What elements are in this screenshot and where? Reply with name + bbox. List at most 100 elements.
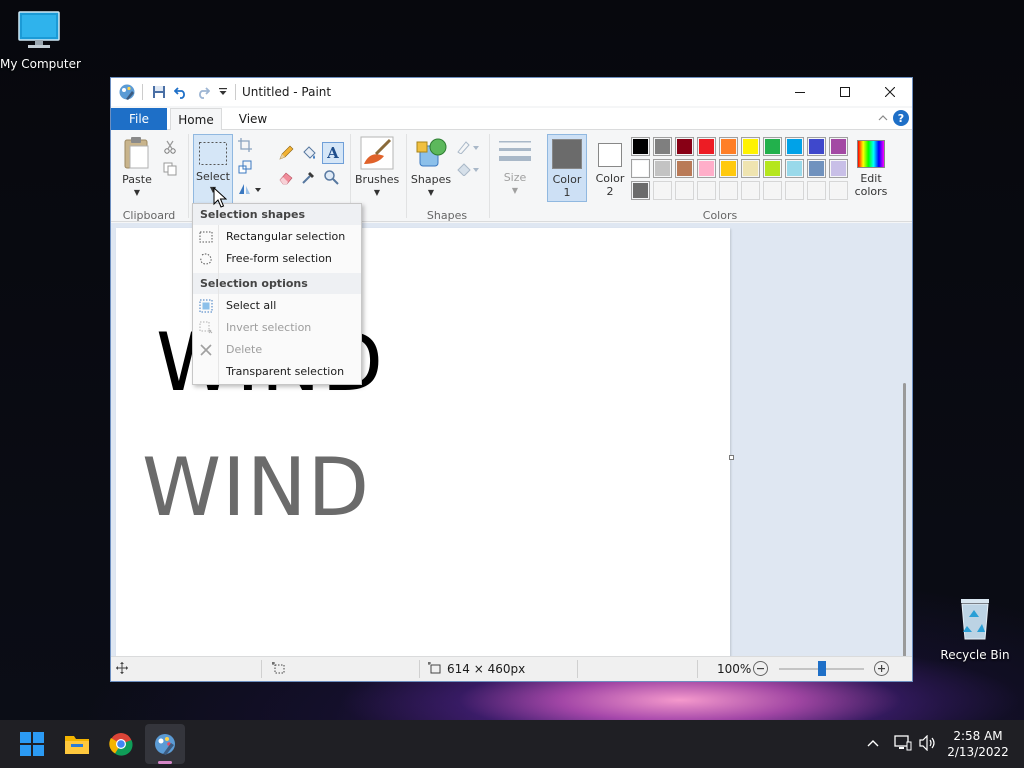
line-size-icon xyxy=(499,141,531,161)
outline-icon xyxy=(455,138,481,156)
palette-swatch[interactable] xyxy=(697,137,716,156)
undo-icon[interactable] xyxy=(172,83,190,101)
resize-icon[interactable] xyxy=(236,158,254,176)
palette-swatch[interactable] xyxy=(785,181,804,200)
palette-swatch[interactable] xyxy=(785,159,804,178)
chevron-down-icon: ▼ xyxy=(373,188,381,197)
select-label: Select xyxy=(196,170,230,183)
desktop-icon-label: Recycle Bin xyxy=(940,648,1010,662)
help-icon[interactable]: ? xyxy=(893,110,909,126)
desktop-icon-recycle-bin[interactable]: Recycle Bin xyxy=(940,597,1010,662)
eraser-icon[interactable] xyxy=(277,168,295,186)
redo-icon xyxy=(194,83,212,101)
chrome-icon xyxy=(109,733,133,756)
maximize-icon xyxy=(840,87,850,97)
shapes-label: Shapes xyxy=(410,173,452,186)
show-hidden-icons-chevron-icon[interactable] xyxy=(866,736,880,753)
palette-swatch[interactable] xyxy=(653,137,672,156)
canvas-resize-handle[interactable] xyxy=(729,455,734,460)
color1-label: Color xyxy=(552,173,582,186)
vertical-scrollbar[interactable] xyxy=(903,383,906,656)
select-dropdown-menu: Selection shapes Rectangular selection F… xyxy=(192,203,362,385)
save-icon[interactable] xyxy=(150,83,168,101)
title-bar[interactable]: Untitled - Paint xyxy=(111,78,912,106)
palette-swatch[interactable] xyxy=(719,181,738,200)
desktop-icon-my-computer[interactable]: My Computer xyxy=(0,10,81,71)
palette-swatch[interactable] xyxy=(741,137,760,156)
color2-button[interactable]: Color 2 xyxy=(590,134,630,202)
clock-date: 2/13/2022 xyxy=(947,745,1009,759)
palette-swatch[interactable] xyxy=(631,137,650,156)
palette-swatch[interactable] xyxy=(675,181,694,200)
palette-swatch[interactable] xyxy=(697,159,716,178)
text-tool-icon[interactable]: A xyxy=(322,142,344,164)
palette-swatch[interactable] xyxy=(829,137,848,156)
windows-logo-icon xyxy=(20,732,44,756)
free-form-selection-label: Free-form selection xyxy=(226,252,332,265)
rotate-icon[interactable] xyxy=(236,180,262,198)
palette-swatch[interactable] xyxy=(653,181,672,200)
pencil-icon[interactable] xyxy=(277,144,295,162)
collapse-ribbon-chevron-icon[interactable] xyxy=(876,111,890,125)
palette-swatch[interactable] xyxy=(829,181,848,200)
palette-swatch[interactable] xyxy=(807,181,826,200)
palette-swatch[interactable] xyxy=(675,137,694,156)
copy-icon[interactable] xyxy=(161,160,179,178)
fill-bucket-icon[interactable] xyxy=(300,144,318,162)
palette-swatch[interactable] xyxy=(697,181,716,200)
chevron-down-icon: ▼ xyxy=(133,188,141,197)
zoom-in-button[interactable] xyxy=(874,661,889,676)
rainbow-icon xyxy=(857,140,885,168)
magnifier-icon[interactable] xyxy=(322,168,340,186)
maximize-button[interactable] xyxy=(822,78,868,106)
network-icon[interactable] xyxy=(894,735,912,754)
volume-icon[interactable] xyxy=(919,734,937,754)
image-dimensions: 614 × 460px xyxy=(447,662,526,676)
palette-swatch[interactable] xyxy=(807,137,826,156)
palette-swatch[interactable] xyxy=(675,159,694,178)
palette-swatch[interactable] xyxy=(829,159,848,178)
select-all-icon xyxy=(199,299,213,313)
paint-icon xyxy=(155,734,175,755)
tab-home[interactable]: Home xyxy=(170,108,222,131)
taskbar-file-explorer[interactable] xyxy=(57,724,97,764)
shapes-button[interactable]: Shapes ▼ xyxy=(409,134,453,204)
palette-swatch[interactable] xyxy=(653,159,672,178)
minimize-button[interactable] xyxy=(777,78,823,106)
taskbar-paint[interactable] xyxy=(145,724,185,764)
image-size-icon xyxy=(428,662,442,678)
shape-fill-icon xyxy=(455,160,481,178)
start-button[interactable] xyxy=(12,724,52,764)
close-button[interactable] xyxy=(867,78,913,106)
paint-app-icon[interactable] xyxy=(118,83,136,101)
minimize-icon xyxy=(795,92,805,93)
tab-view[interactable]: View xyxy=(231,108,275,130)
palette-swatch[interactable] xyxy=(763,159,782,178)
cut-icon[interactable] xyxy=(161,138,179,156)
palette-swatch[interactable] xyxy=(807,159,826,178)
customize-qat-chevron-icon[interactable] xyxy=(214,83,232,101)
taskbar-chrome[interactable] xyxy=(101,724,141,764)
ribbon-tabs: File Home View ? xyxy=(111,108,912,131)
palette-swatch[interactable] xyxy=(785,137,804,156)
crop-icon[interactable] xyxy=(236,136,254,154)
zoom-out-button[interactable] xyxy=(753,661,768,676)
taskbar-clock[interactable]: 2:58 AM 2/13/2022 xyxy=(942,728,1014,760)
palette-swatch[interactable] xyxy=(719,159,738,178)
palette-swatch[interactable] xyxy=(719,137,738,156)
tab-file[interactable]: File xyxy=(111,108,167,130)
palette-swatch[interactable] xyxy=(741,159,760,178)
zoom-slider-thumb[interactable] xyxy=(817,661,826,676)
color1-button[interactable]: Color 1 xyxy=(547,134,587,202)
running-indicator xyxy=(158,761,172,764)
palette-swatch[interactable] xyxy=(631,159,650,178)
paste-button[interactable]: Paste ▼ xyxy=(117,134,157,202)
palette-swatch[interactable] xyxy=(631,181,650,200)
edit-colors-button[interactable]: Edit colors xyxy=(851,134,891,204)
color-picker-icon[interactable] xyxy=(300,168,318,186)
zoom-percent: 100% xyxy=(717,662,752,676)
brushes-button[interactable]: Brushes ▼ xyxy=(355,134,399,204)
palette-swatch[interactable] xyxy=(763,137,782,156)
palette-swatch[interactable] xyxy=(763,181,782,200)
palette-swatch[interactable] xyxy=(741,181,760,200)
